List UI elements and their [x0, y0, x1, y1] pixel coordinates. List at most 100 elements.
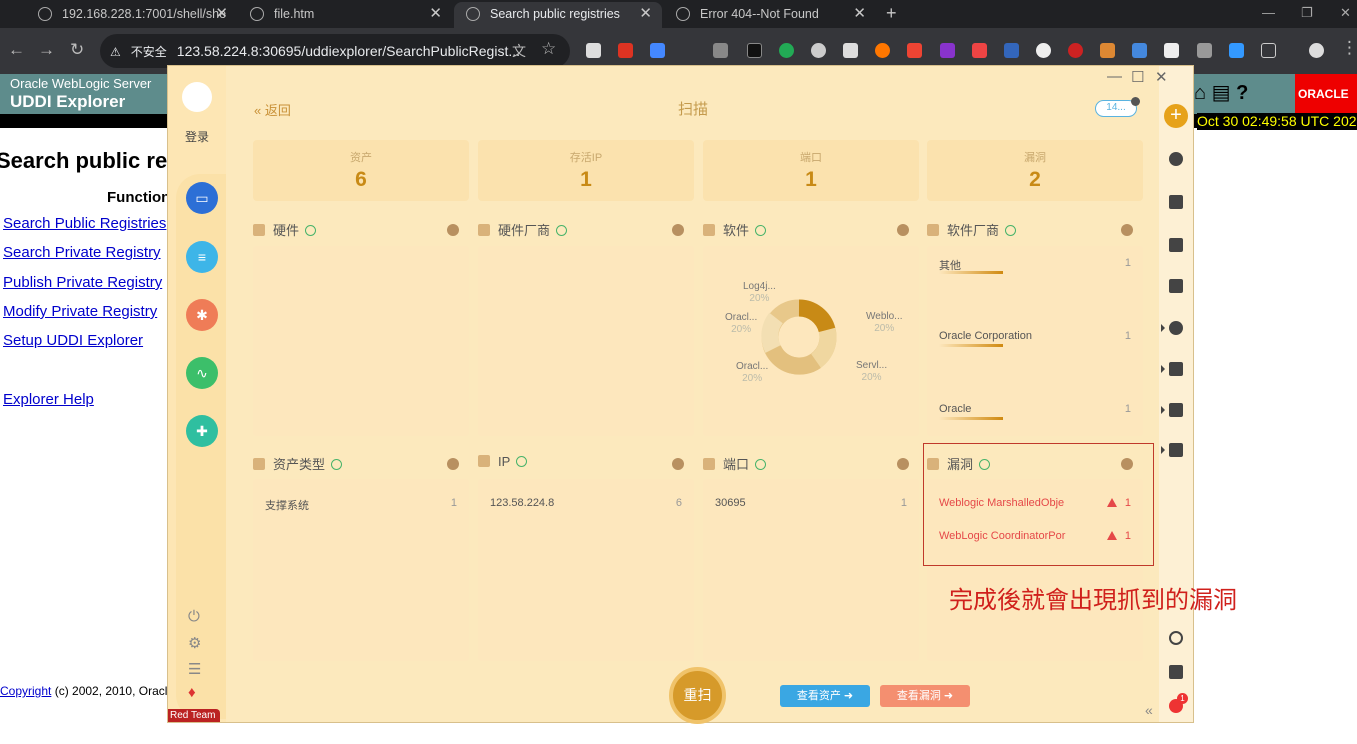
home-icon[interactable]: ⌂	[1194, 82, 1206, 104]
list-item[interactable]: 30695 1	[715, 497, 907, 509]
list-item[interactable]: Oracle 1	[939, 403, 1131, 420]
puzzle-icon[interactable]	[1169, 443, 1183, 457]
link-search-private-registry[interactable]: Search Private Registry	[3, 244, 161, 261]
sidebar-item-bug[interactable]: ✱	[186, 299, 218, 331]
monitor-icon[interactable]	[1169, 238, 1183, 252]
forward-arrow-icon[interactable]: →	[38, 40, 55, 60]
extension-icon[interactable]	[972, 43, 987, 58]
back-arrow-icon[interactable]: ←	[8, 40, 25, 60]
link-modify-private-registry[interactable]: Modify Private Registry	[3, 303, 157, 320]
list-item[interactable]: 其他 1	[939, 257, 1131, 274]
link-search-public-registries[interactable]: Search Public Registries	[3, 215, 166, 232]
stat-alive-ip[interactable]: 存活IP 1	[478, 140, 694, 201]
profile-avatar-icon[interactable]	[1309, 43, 1324, 58]
help-icon[interactable]: ?	[1236, 82, 1248, 104]
sidebar-item-assets[interactable]: ▭	[186, 182, 218, 214]
collapse-icon[interactable]: «	[1145, 702, 1153, 718]
close-icon[interactable]: ✕	[215, 2, 228, 26]
link-explorer-help[interactable]: Explorer Help	[3, 391, 94, 408]
document-icon[interactable]	[1169, 195, 1183, 209]
stat-ports[interactable]: 端口 1	[703, 140, 919, 201]
shield-icon[interactable]: ♦	[188, 684, 196, 701]
address-bar[interactable]: ⚠ 不安全 123.58.224.8:30695/uddiexplorer/Sear…	[100, 34, 570, 68]
extension-icon[interactable]	[875, 43, 890, 58]
extension-icon[interactable]	[618, 43, 633, 58]
bug-icon[interactable]	[1169, 321, 1183, 335]
extension-icon[interactable]	[811, 43, 826, 58]
clock-icon[interactable]	[1169, 152, 1183, 166]
tab-search-public-registries[interactable]: Search public registries ✕	[454, 2, 662, 28]
expand-arrow-icon[interactable]	[1161, 446, 1165, 454]
new-tab-button[interactable]: +	[886, 3, 897, 24]
chevron-right-icon[interactable]	[447, 224, 459, 236]
list-item[interactable]: Oracle Corporation 1	[939, 330, 1131, 347]
extension-icon[interactable]	[650, 43, 665, 58]
restore-icon[interactable]: ❐	[1301, 5, 1313, 21]
expand-arrow-icon[interactable]	[1161, 365, 1165, 373]
rescan-button[interactable]: 重扫	[669, 667, 726, 724]
stat-assets[interactable]: 资产 6	[253, 140, 469, 201]
extension-icon[interactable]	[1164, 43, 1179, 58]
settings-icon[interactable]: ⚙	[188, 634, 201, 652]
list-item[interactable]: 支撑系统 1	[265, 497, 457, 513]
list-item[interactable]: 123.58.224.8 6	[490, 497, 682, 509]
translate-icon[interactable]: 文	[512, 41, 526, 61]
expand-arrow-icon[interactable]	[1161, 406, 1165, 414]
extensions-puzzle-icon[interactable]	[1261, 43, 1276, 58]
stat-vulns[interactable]: 漏洞 2	[927, 140, 1143, 201]
app-minimize-icon[interactable]: —	[1107, 68, 1122, 85]
chevron-right-icon[interactable]	[447, 458, 459, 470]
close-window-icon[interactable]: ✕	[1340, 5, 1351, 21]
extension-icon[interactable]	[1132, 43, 1147, 58]
back-button[interactable]: « 返回	[254, 100, 291, 119]
extension-icon[interactable]	[907, 43, 922, 58]
power-icon[interactable]: ⏻	[188, 608, 200, 625]
extension-icon[interactable]	[713, 43, 728, 58]
menu-icon[interactable]: ☰	[188, 660, 201, 678]
close-icon[interactable]: ✕	[639, 2, 652, 26]
sidebar-item-trend[interactable]: ∿	[186, 357, 218, 389]
extension-icon[interactable]	[779, 43, 794, 58]
bar-chart-icon[interactable]	[1169, 362, 1183, 376]
extension-icon[interactable]	[940, 43, 955, 58]
chevron-right-icon[interactable]	[672, 458, 684, 470]
app-close-icon[interactable]: ✕	[1155, 68, 1168, 86]
extension-icon[interactable]	[747, 43, 762, 58]
chevron-right-icon[interactable]	[897, 458, 909, 470]
add-button[interactable]: +	[1164, 104, 1188, 128]
sidebar-item-list[interactable]: ≡	[186, 241, 218, 273]
extension-icon[interactable]	[1068, 43, 1083, 58]
tab-shell[interactable]: 192.168.228.1:7001/shell/she ✕	[26, 2, 238, 28]
expand-arrow-icon[interactable]	[1161, 324, 1165, 332]
link-setup-uddi-explorer[interactable]: Setup UDDI Explorer	[3, 332, 143, 349]
login-label[interactable]: 登录	[185, 128, 209, 145]
close-icon[interactable]: ✕	[429, 2, 442, 26]
chevron-right-icon[interactable]	[1121, 224, 1133, 236]
reload-icon[interactable]: ↻	[70, 40, 84, 60]
bookmark-star-icon[interactable]: ☆	[541, 39, 556, 59]
menu-kebab-icon[interactable]: ⋮	[1341, 38, 1357, 58]
extension-icon[interactable]	[1004, 43, 1019, 58]
refresh-icon[interactable]	[1169, 631, 1183, 645]
minimize-icon[interactable]: —	[1262, 5, 1275, 20]
view-vulns-button[interactable]: 查看漏洞 ➜	[880, 685, 970, 707]
puzzle-icon[interactable]	[1169, 403, 1183, 417]
extension-icon[interactable]	[1229, 43, 1244, 58]
extension-icon[interactable]	[1100, 43, 1115, 58]
view-assets-button[interactable]: 查看资产 ➜	[780, 685, 870, 707]
report-icon[interactable]	[1169, 665, 1183, 679]
chevron-right-icon[interactable]	[897, 224, 909, 236]
chevron-right-icon[interactable]	[672, 224, 684, 236]
extension-icon[interactable]	[1197, 43, 1212, 58]
extension-icon[interactable]	[1036, 43, 1051, 58]
ip-icon[interactable]	[1169, 279, 1183, 293]
link-publish-private-registry[interactable]: Publish Private Registry	[3, 274, 162, 291]
app-maximize-icon[interactable]: ☐	[1131, 68, 1144, 86]
extension-icon[interactable]	[586, 43, 601, 58]
extension-icon[interactable]	[843, 43, 858, 58]
copyright-link[interactable]: Copyright	[0, 684, 51, 698]
print-icon[interactable]: ▤	[1212, 82, 1231, 104]
close-icon[interactable]: ✕	[853, 2, 866, 26]
tab-file[interactable]: file.htm ✕	[238, 2, 452, 28]
sidebar-item-plugins[interactable]: ✚	[186, 415, 218, 447]
